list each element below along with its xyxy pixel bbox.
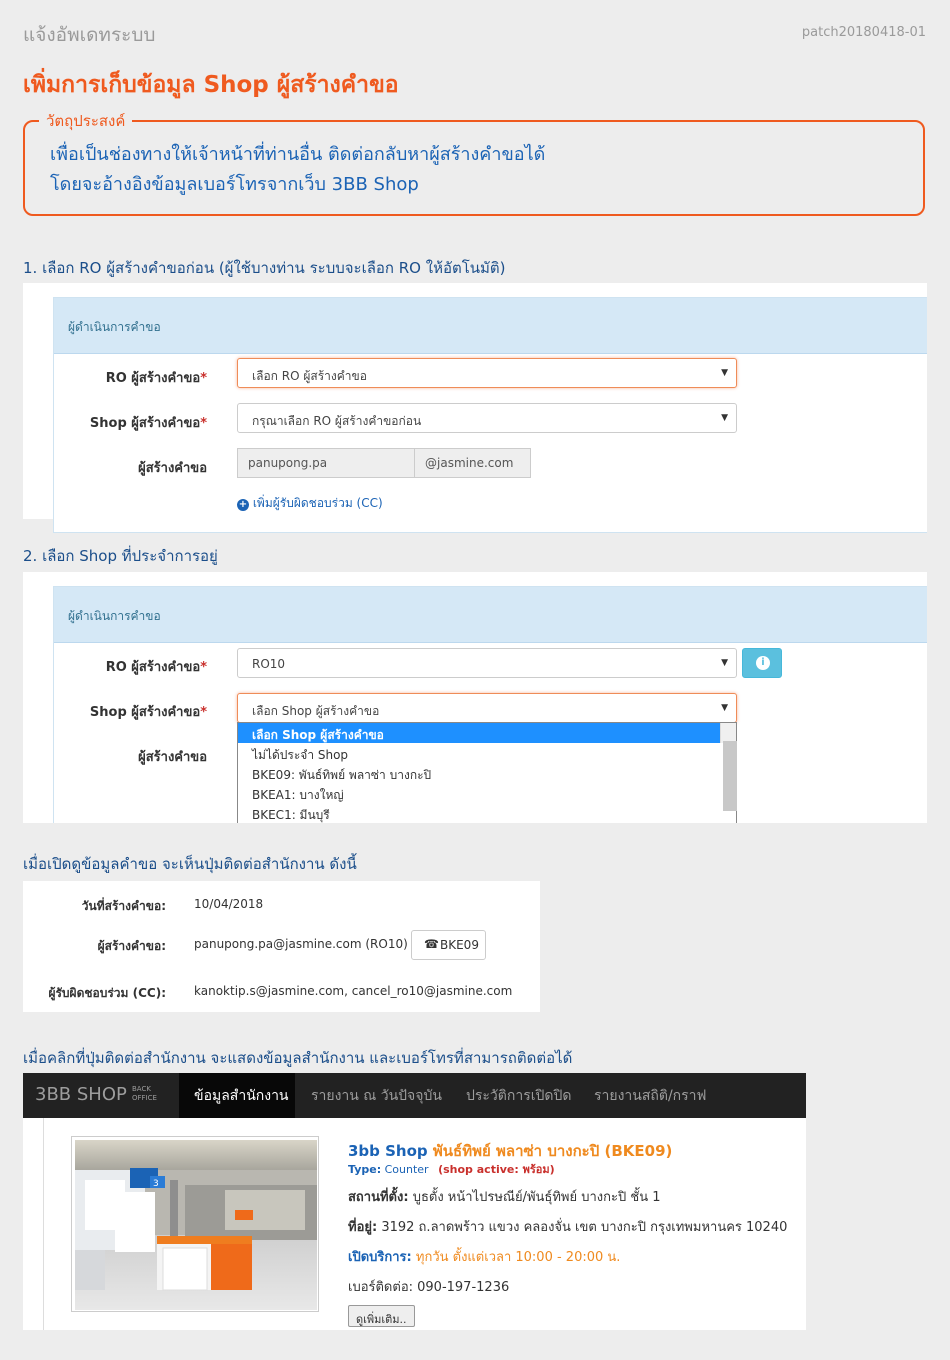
step4-title: เมื่อคลิกที่ปุ่มติดต่อสำนักงาน จะแสดงข้อ… [23,1049,573,1067]
shop-label: Shop ผู้สร้างคำขอ* [89,416,207,431]
cc-label: ผู้รับผิดชอบร่วม (CC): [48,986,166,1000]
panel-heading: ผู้ดำเนินการคำขอ [54,298,927,354]
ro-label: RO ผู้สร้างคำขอ* [105,660,207,675]
creator-label: ผู้สร้างคำขอ [138,750,207,765]
ro-label: RO ผู้สร้างคำขอ* [105,371,207,386]
shop-select[interactable]: กรุณาเลือก RO ผู้สร้างคำขอก่อน ▼ [237,403,737,433]
step3-title: เมื่อเปิดดูข้อมูลคำขอ จะเห็นปุ่มติดต่อสำ… [23,855,357,873]
ro-select[interactable]: RO10 ▼ [237,648,737,678]
domain-addon: @jasmine.com [414,448,531,478]
shop-type-line: Type: Counter (shop active: พร้อม) [348,1163,555,1176]
request-detail-screenshot: วันที่สร้างคำขอ: 10/04/2018 ผู้สร้างคำขอ… [23,881,540,1012]
step1-title: 1. เลือก RO ผู้สร้างคำขอก่อน (ผู้ใช้บางท… [23,259,506,277]
created-date-value: 10/04/2018 [194,897,264,911]
dropdown-option[interactable]: BKE09: พันธ์ทิพย์ พลาซ่า บางกะปิ [238,763,736,783]
page-title: เพิ่มการเก็บข้อมูล Shop ผู้สร้างคำขอ [23,72,399,98]
nav-item-office-info[interactable]: ข้อมูลสำนักงาน [194,1085,289,1107]
shop-select[interactable]: เลือก Shop ผู้สร้างคำขอ ▼ [237,693,737,723]
brand-sub: BACK OFFICE [132,1085,157,1102]
top-label: แจ้งอัพเดทระบบ [23,24,156,46]
contact-office-button[interactable]: ☎ BKE09 [411,930,486,960]
step2-screenshot: ผู้ดำเนินการคำขอ RO ผู้สร้างคำขอ* RO10 ▼ … [23,572,927,823]
dropdown-option[interactable]: BKEC1: มีนบุรี [238,803,736,823]
objective-line-1: เพื่อเป็นช่องทางให้เจ้าหน้าที่ท่านอื่น ต… [50,144,546,165]
plus-circle-icon: + [237,499,249,511]
shop-photo-frame: 3 [71,1136,319,1312]
ro-select[interactable]: เลือก RO ผู้สร้างคำขอ ▼ [237,358,737,388]
phone-icon: ☎ [424,937,439,951]
cc-value: kanoktip.s@jasmine.com, cancel_ro10@jasm… [194,984,513,998]
creator-user-input[interactable]: panupong.pa [237,448,415,478]
dropdown-option[interactable]: เลือก Shop ผู้สร้างคำขอ [238,723,720,743]
more-button[interactable]: ดูเพิ่มเติม.. [348,1305,415,1327]
dropdown-option[interactable]: BKEA1: บางใหญ่ [238,783,736,803]
creator-label: ผู้สร้างคำขอ: [97,939,166,953]
shop-hours: เปิดบริการ: ทุกวัน ตั้งแต่เวลา 10:00 - 2… [348,1250,621,1265]
content-border [43,1118,44,1330]
step1-screenshot: ผู้ดำเนินการคำขอ RO ผู้สร้างคำขอ* เลือก … [23,283,927,533]
creator-label: ผู้สร้างคำขอ [138,461,207,476]
info-button[interactable]: i [742,648,782,678]
nav-item-today-report[interactable]: รายงาน ณ วันปัจจุบัน [311,1085,442,1107]
objective-line-2: โดยจะอ้างอิงข้อมูลเบอร์โทรจากเว็บ 3BB Sh… [50,174,419,195]
chevron-down-icon: ▼ [721,413,728,423]
info-icon: i [756,656,770,670]
dropdown-scrollbar[interactable] [720,723,737,811]
created-date-label: วันที่สร้างคำขอ: [81,899,166,913]
panel-heading: ผู้ดำเนินการคำขอ [54,587,927,643]
objective-text: เพื่อเป็นช่องทางให้เจ้าหน้าที่ท่านอื่น ต… [50,140,545,200]
step2-title: 2. เลือก Shop ที่ประจำการอยู่ [23,547,218,565]
chevron-down-icon: ▼ [721,368,728,378]
shop-photo: 3 [75,1140,317,1310]
chevron-down-icon: ▼ [721,703,728,713]
office-info-screenshot: 3BB SHOP BACK OFFICE ข้อมูลสำนักงาน รายงา… [23,1073,806,1330]
dropdown-option[interactable]: ไม่ได้ประจำ Shop [238,743,736,763]
shop-label: Shop ผู้สร้างคำขอ* [89,705,207,720]
patch-version: patch20180418-01 [801,25,926,40]
nav-item-open-close-history[interactable]: ประวัติการเปิดปิด [466,1085,571,1107]
objective-legend: วัตถุประสงค์ [39,109,133,133]
shop-address: ที่อยู่: 3192 ถ.ลาดพร้าว แขวง คลองจั่น เ… [348,1220,788,1235]
chevron-down-icon: ▼ [721,658,728,668]
photo-sign-text: 3 [153,1179,159,1189]
nav-item-stats-graph[interactable]: รายงานสถิติ/กราฟ [594,1085,706,1107]
creator-value: panupong.pa@jasmine.com (RO10) [194,937,408,951]
brand-logo[interactable]: 3BB SHOP [35,1084,127,1105]
shop-phone: เบอร์ติดต่อ: 090-197-1236 [348,1280,510,1295]
add-cc-link[interactable]: + เพิ่มผู้รับผิดชอบร่วม (CC) [237,494,383,513]
shop-location: สถานที่ตั้ง: บูธตั้ง หน้าไปรษณีย์/พันธุ์… [348,1190,661,1205]
shop-dropdown-list[interactable]: เลือก Shop ผู้สร้างคำขอ ไม่ได้ประจำ Shop… [237,722,737,823]
